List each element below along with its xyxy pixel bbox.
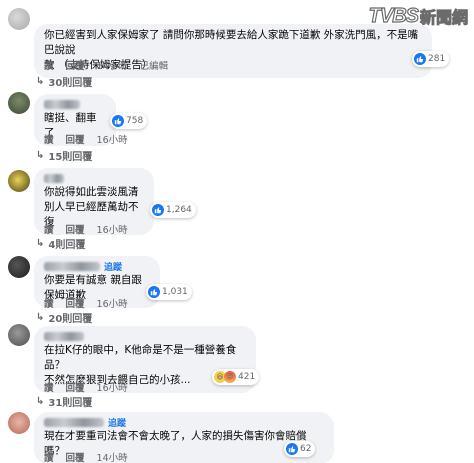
comment-actions: 讚 回覆 16小時 (44, 380, 128, 394)
timestamp[interactable]: 16小時 (97, 380, 128, 394)
like-icon (414, 53, 426, 65)
timestamp[interactable]: 16小時 (97, 132, 128, 146)
like-icon (152, 204, 164, 216)
reply-button[interactable]: 回覆 (66, 380, 85, 394)
reaction-count[interactable]: 😆 😡 421 (212, 369, 260, 385)
like-icon (148, 286, 160, 298)
reaction-number: 62 (300, 444, 312, 454)
follow-button[interactable]: 追蹤 (108, 416, 126, 429)
author-name[interactable]: 追蹤 (44, 260, 150, 273)
timestamp[interactable]: 16小時 (97, 296, 128, 310)
like-button[interactable]: 讚 (44, 296, 54, 310)
reply-arrow-icon: ↳ (36, 150, 45, 161)
comment-actions: 讚 回覆 14小時 已編輯 (44, 58, 168, 72)
reply-arrow-icon: ↳ (36, 238, 45, 249)
replies-label: 30則回覆 (48, 78, 93, 89)
reaction-number: 1,031 (162, 287, 188, 297)
view-replies-button[interactable]: ↳ 30則回覆 (36, 74, 92, 89)
reaction-count[interactable]: 1,031 (146, 284, 192, 300)
reaction-count[interactable]: 758 (110, 113, 148, 129)
reply-arrow-icon: ↳ (36, 76, 45, 87)
author-name[interactable] (44, 172, 144, 185)
watermark-text: 新聞網 (419, 10, 468, 28)
like-icon (286, 443, 298, 455)
author-name[interactable] (44, 330, 246, 343)
timestamp[interactable]: 16小時 (97, 222, 128, 236)
view-replies-button[interactable]: ↳ 4則回覆 (36, 236, 85, 251)
reaction-number: 1,264 (166, 205, 192, 215)
like-button[interactable]: 讚 (44, 380, 54, 394)
edited-label: 已編輯 (139, 61, 169, 72)
timestamp[interactable]: 14小時 (97, 58, 128, 72)
avatar[interactable] (8, 170, 30, 192)
view-replies-button[interactable]: ↳ 15則回覆 (36, 148, 92, 163)
reply-button[interactable]: 回覆 (66, 296, 85, 310)
like-button[interactable]: 讚 (44, 132, 54, 146)
comment-actions: 讚 回覆 16小時 (44, 222, 128, 236)
replies-label: 15則回覆 (48, 152, 93, 163)
avatar[interactable] (8, 256, 30, 278)
replies-label: 20則回覆 (48, 314, 93, 325)
avatar[interactable] (8, 412, 30, 434)
tvbs-logo: TVBS (368, 4, 420, 27)
avatar[interactable] (8, 8, 30, 30)
tvbs-watermark: TVBS 新聞網 (368, 4, 468, 28)
like-icon (112, 115, 124, 127)
reaction-count[interactable]: 1,264 (150, 202, 196, 218)
reaction-number: 758 (126, 116, 144, 126)
reply-arrow-icon: ↳ (36, 312, 45, 323)
avatar[interactable] (8, 92, 30, 114)
timestamp[interactable]: 14小時 (97, 450, 128, 463)
reaction-count[interactable]: 62 (284, 441, 316, 457)
angry-icon: 😡 (224, 371, 236, 383)
like-button[interactable]: 讚 (44, 450, 54, 463)
comment-actions: 讚 回覆 16小時 (44, 132, 128, 146)
reply-arrow-icon: ↳ (36, 396, 45, 407)
like-button[interactable]: 讚 (44, 222, 54, 236)
reaction-count[interactable]: 281 (412, 51, 450, 67)
comment-actions: 讚 回覆 16小時 (44, 296, 128, 310)
author-name[interactable]: 追蹤 (44, 416, 324, 429)
reply-button[interactable]: 回覆 (66, 132, 85, 146)
reaction-number: 421 (238, 372, 256, 382)
follow-button[interactable]: 追蹤 (104, 260, 122, 273)
author-name[interactable] (44, 98, 106, 111)
replies-label: 31則回覆 (48, 398, 93, 409)
like-button[interactable]: 讚 (44, 58, 54, 72)
avatar[interactable] (8, 324, 30, 346)
view-replies-button[interactable]: ↳ 20則回覆 (36, 310, 92, 325)
reaction-number: 281 (428, 54, 446, 64)
reply-button[interactable]: 回覆 (66, 450, 85, 463)
reply-button[interactable]: 回覆 (66, 58, 85, 72)
view-replies-button[interactable]: ↳ 31則回覆 (36, 394, 92, 409)
comment-actions: 讚 回覆 14小時 (44, 450, 128, 463)
replies-label: 4則回覆 (48, 240, 86, 251)
reply-button[interactable]: 回覆 (66, 222, 85, 236)
